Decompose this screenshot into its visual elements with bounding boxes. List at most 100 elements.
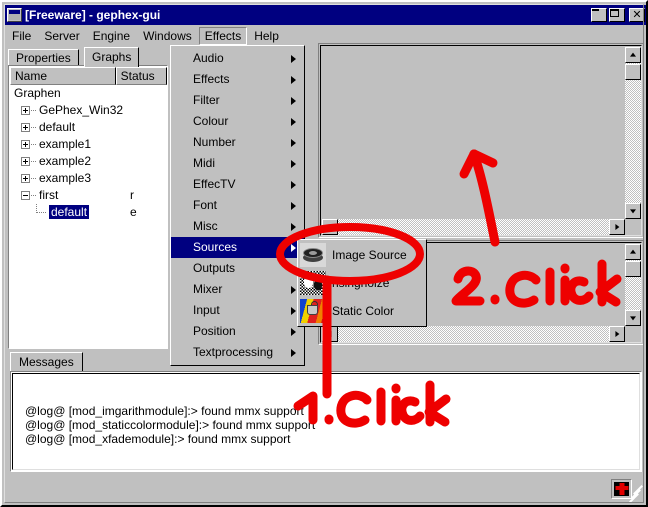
menu-item-midi[interactable]: Midi (171, 153, 304, 174)
menu-label: Outputs (193, 261, 236, 275)
tab-properties[interactable]: Properties (8, 49, 79, 66)
expand-plus-icon[interactable] (21, 140, 30, 149)
messages-log[interactable]: @log@ [mod_imgarithmodule]:> found mmx s… (12, 373, 640, 470)
tree-status: e (130, 205, 137, 219)
minimize-button[interactable] (591, 8, 607, 22)
scroll-thumb-vertical[interactable] (625, 64, 641, 80)
graph-canvas-inner-top (320, 45, 642, 236)
chevron-right-icon (291, 96, 296, 105)
tree-row-default[interactable]: default (10, 119, 166, 136)
noise-icon (300, 271, 326, 295)
menu-effects[interactable]: Effects (198, 26, 248, 45)
menu-file[interactable]: File (6, 27, 37, 45)
scroll-thumb-vertical[interactable] (625, 261, 641, 277)
menu-server[interactable]: Server (38, 27, 85, 45)
status-bar (8, 475, 644, 503)
menu-item-sources[interactable]: Sources (171, 237, 304, 258)
resize-grip-icon[interactable] (628, 485, 643, 503)
tree-row-graphen[interactable]: Graphen (10, 85, 166, 102)
scroll-up-button[interactable] (625, 47, 641, 63)
tree-status: r (130, 188, 134, 202)
menu-label: Colour (193, 114, 229, 128)
scroll-left-button[interactable] (322, 326, 338, 342)
tab-messages[interactable]: Messages (10, 352, 83, 371)
menu-label: Audio (193, 51, 224, 65)
expand-plus-icon[interactable] (21, 123, 30, 132)
scroll-down-button[interactable] (625, 310, 641, 326)
tree-column-status[interactable]: Status (115, 67, 167, 85)
submenu-item-image-source[interactable]: Image Source (299, 241, 425, 269)
chevron-right-icon (291, 138, 296, 147)
tree-header: Name Status (10, 67, 167, 85)
menu-label: EffecTV (193, 177, 236, 191)
menu-item-outputs[interactable]: Outputs (171, 258, 304, 279)
vertical-scrollbar-top[interactable] (625, 47, 641, 219)
expand-plus-icon[interactable] (21, 174, 30, 183)
menu-item-input[interactable]: Input (171, 300, 304, 321)
submenu-item-risingnoize[interactable]: risingnoize (299, 269, 425, 297)
scroll-down-button[interactable] (625, 203, 641, 219)
scroll-right-button[interactable] (609, 326, 625, 342)
chevron-right-icon (291, 159, 296, 168)
application-window: [Freeware] - gephex-gui ✕ File Server En… (0, 0, 648, 507)
tree-row-gephex-win32[interactable]: GePhex_Win32 (10, 102, 166, 119)
maximize-button[interactable] (609, 8, 625, 22)
menu-item-effects[interactable]: Effects (171, 69, 304, 90)
submenu-item-static-color[interactable]: Static Color (299, 297, 425, 325)
submenu-label: Static Color (332, 304, 395, 318)
tree-label: example2 (39, 154, 92, 168)
window-icon[interactable] (7, 8, 22, 22)
messages-panel: @log@ [mod_imgarithmodule]:> found mmx s… (10, 371, 642, 472)
chevron-right-icon (291, 243, 296, 252)
tree-row-first[interactable]: first r (10, 187, 166, 204)
menu-label: Number (193, 135, 236, 149)
scroll-left-button[interactable] (322, 219, 338, 235)
scroll-right-button[interactable] (609, 219, 625, 235)
tree-row-example3[interactable]: example3 (10, 170, 166, 187)
menu-item-colour[interactable]: Colour (171, 111, 304, 132)
menu-item-audio[interactable]: Audio (171, 48, 304, 69)
chevron-right-icon (291, 285, 296, 294)
menu-label: Textprocessing (193, 345, 274, 359)
menu-item-effectv[interactable]: EffecTV (171, 174, 304, 195)
horizontal-scrollbar-bottom[interactable] (322, 326, 625, 342)
expand-plus-icon[interactable] (21, 157, 30, 166)
horizontal-scrollbar-top[interactable] (322, 219, 625, 235)
menu-help[interactable]: Help (248, 27, 285, 45)
scroll-up-button[interactable] (625, 244, 641, 260)
menu-item-filter[interactable]: Filter (171, 90, 304, 111)
chevron-right-icon (291, 180, 296, 189)
graph-tree-panel: Name Status Graphen GePhex_Win32 default… (8, 65, 168, 349)
effects-dropdown-menu: Audio Effects Filter Colour Number Midi … (170, 45, 305, 366)
menu-item-number[interactable]: Number (171, 132, 304, 153)
menu-item-mixer[interactable]: Mixer (171, 279, 304, 300)
expand-plus-icon[interactable] (21, 106, 30, 115)
menu-item-misc[interactable]: Misc (171, 216, 304, 237)
close-button[interactable]: ✕ (629, 8, 645, 22)
menu-item-position[interactable]: Position (171, 321, 304, 342)
collapse-minus-icon[interactable] (21, 191, 30, 200)
tree-body: Graphen GePhex_Win32 default example1 ex… (10, 85, 166, 347)
tree-row-first-default[interactable]: default e (10, 204, 166, 221)
title-bar: [Freeware] - gephex-gui ✕ (5, 5, 646, 25)
scrollbar-corner (625, 326, 641, 342)
tree-label: example3 (39, 171, 92, 185)
menu-label: Input (193, 303, 220, 317)
tab-graphs[interactable]: Graphs (84, 47, 140, 67)
tree-label-selected: default (49, 205, 90, 219)
tree-label: example1 (39, 137, 92, 151)
menu-item-textprocessing[interactable]: Textprocessing (171, 342, 304, 363)
tree-row-example2[interactable]: example2 (10, 153, 166, 170)
film-reel-icon (300, 243, 326, 267)
chevron-right-icon (291, 75, 296, 84)
menu-item-font[interactable]: Font (171, 195, 304, 216)
vertical-scrollbar-bottom[interactable] (625, 244, 641, 326)
log-line: @log@ [mod_xfademodule]:> found mmx supp… (25, 432, 291, 446)
window-controls: ✕ (589, 8, 646, 22)
tree-column-name[interactable]: Name (10, 67, 116, 85)
tree-row-example1[interactable]: example1 (10, 136, 166, 153)
menu-engine[interactable]: Engine (87, 27, 136, 45)
menu-windows[interactable]: Windows (137, 27, 198, 45)
menu-label: Filter (193, 93, 220, 107)
graph-canvas-top[interactable] (322, 47, 625, 219)
